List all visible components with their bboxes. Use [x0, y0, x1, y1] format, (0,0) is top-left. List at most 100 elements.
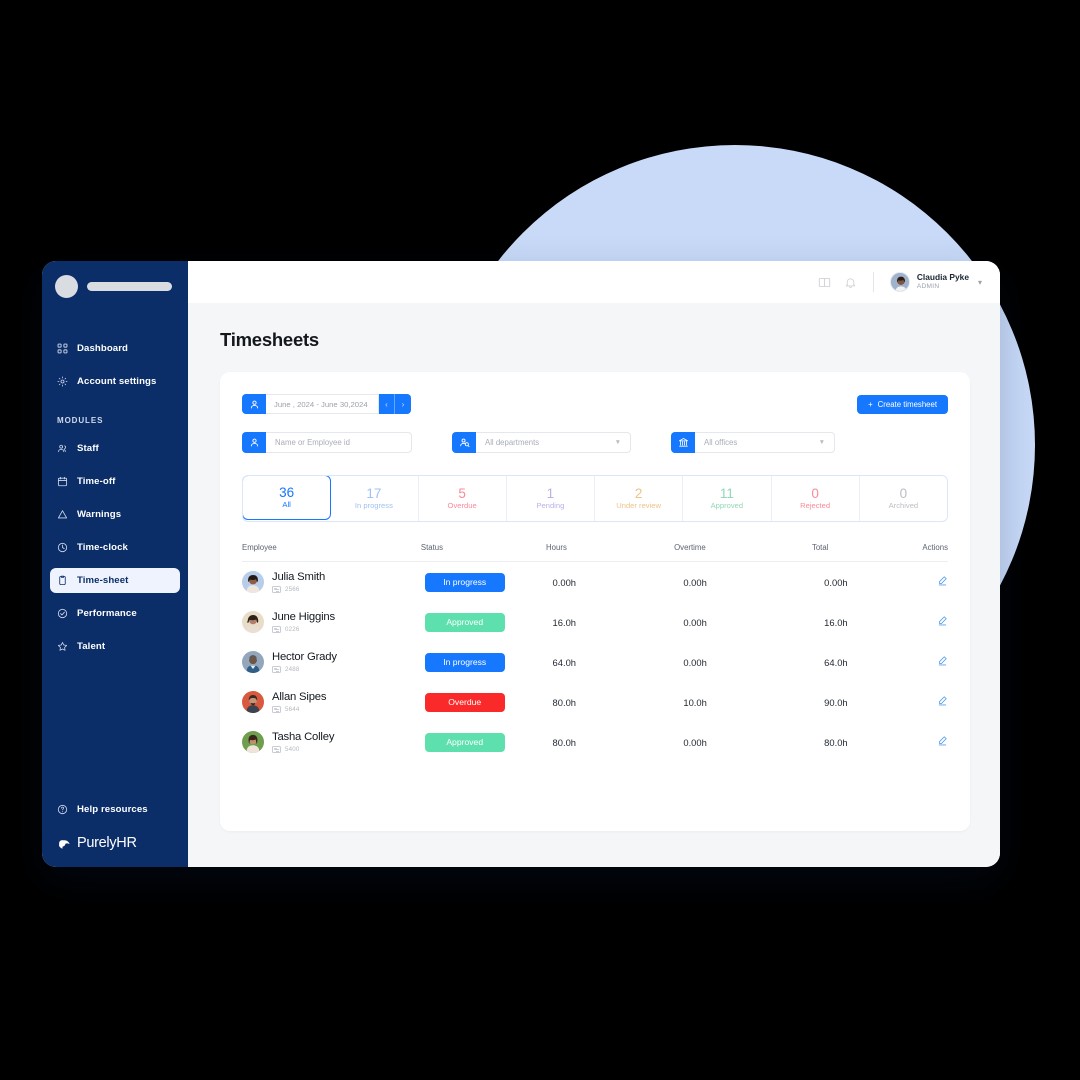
sidebar-item-time-clock[interactable]: Time-clock — [50, 535, 180, 560]
status-tab-archived[interactable]: 0 Archived — [860, 476, 947, 521]
sidebar-item-label: Dashboard — [77, 343, 129, 354]
filters-row-primary: June , 2024 - June 30,2024 ‹ › + Create … — [242, 394, 948, 414]
search-field[interactable]: Name or Employee id — [242, 432, 412, 453]
table-row[interactable]: Allan Sipes 5644 Overdue 80.0h 10.0h 90.… — [242, 682, 948, 722]
avatar-illustration — [242, 651, 264, 673]
sidebar-item-staff[interactable]: Staff — [50, 436, 180, 461]
cell-total: 16.0h — [824, 616, 848, 628]
status-tab-overdue[interactable]: 5 Overdue — [419, 476, 507, 521]
table-row[interactable]: Julia Smith 2566 In progress 0.00h 0.00h… — [242, 562, 948, 602]
sidebar-nav-modules: Staff Time-off Warnings Time-clock Time-… — [42, 436, 188, 659]
column-header-overtime: Overtime — [674, 543, 706, 552]
table-row[interactable]: Tasha Colley 5400 Approved 80.0h 0.00h 8… — [242, 722, 948, 762]
avatar — [242, 611, 264, 633]
chevron-down-icon[interactable]: ▾ — [978, 278, 982, 287]
employee-name: June Higgins — [272, 611, 335, 624]
employee-info: June Higgins 0226 — [272, 611, 335, 633]
employee-id: 0226 — [272, 625, 335, 633]
user-menu[interactable]: Claudia Pyke ADMIN ▾ — [889, 272, 982, 292]
sidebar-item-dashboard[interactable]: Dashboard — [50, 336, 180, 361]
edit-pencil-icon[interactable] — [937, 735, 948, 746]
search-input[interactable]: Name or Employee id — [266, 432, 412, 453]
status-badge[interactable]: In progress — [424, 572, 505, 592]
avatar — [242, 651, 264, 673]
status-tab-pending[interactable]: 1 Pending — [507, 476, 595, 521]
chevron-down-icon: ▼ — [614, 439, 621, 446]
avatar — [889, 272, 910, 292]
edit-pencil-icon[interactable] — [937, 655, 948, 666]
brand-avatar-placeholder — [55, 275, 78, 298]
sidebar-item-time-off[interactable]: Time-off — [50, 469, 180, 494]
bank-icon — [671, 432, 695, 453]
edit-pencil-icon[interactable] — [937, 615, 948, 626]
employee-info: Allan Sipes 5644 — [272, 691, 327, 713]
status-label: All — [282, 500, 291, 510]
sidebar-item-talent[interactable]: Talent — [50, 634, 180, 659]
book-icon[interactable] — [818, 276, 831, 289]
user-role: ADMIN — [916, 283, 940, 291]
sidebar-brand-placeholder — [42, 261, 188, 298]
status-badge[interactable]: Overdue — [424, 692, 505, 712]
prev-period-button[interactable]: ‹ — [379, 394, 395, 414]
topbar-divider — [872, 272, 874, 292]
status-badge[interactable]: Approved — [424, 732, 505, 752]
status-badge[interactable]: In progress — [424, 652, 505, 672]
avatar — [242, 571, 264, 593]
date-range-picker[interactable]: June , 2024 - June 30,2024 ‹ › — [242, 394, 411, 414]
table-row[interactable]: June Higgins 0226 Approved 16.0h 0.00h 1… — [242, 602, 948, 642]
sidebar-item-label: Time-off — [77, 476, 116, 487]
date-range-nav: ‹ › — [379, 394, 411, 414]
cell-status: Approved — [424, 612, 553, 632]
status-tab-all[interactable]: 36 All — [243, 476, 332, 520]
status-count: 11 — [719, 485, 734, 501]
sidebar-item-time-sheet[interactable]: Time-sheet — [50, 568, 180, 593]
check-circle-icon — [57, 608, 68, 619]
sidebar-item-warnings[interactable]: Warnings — [50, 502, 180, 527]
create-timesheet-button[interactable]: + Create timesheet — [857, 394, 948, 414]
gear-icon — [57, 376, 68, 387]
sidebar-item-account-settings[interactable]: Account settings — [50, 369, 180, 394]
cell-actions — [937, 573, 948, 591]
person-icon — [242, 432, 266, 453]
bell-icon[interactable] — [844, 276, 857, 289]
clock-icon — [57, 542, 68, 553]
person-icon — [242, 394, 266, 414]
cell-hours: 64.0h — [552, 656, 577, 668]
status-badge[interactable]: Approved — [424, 612, 505, 632]
sidebar-item-performance[interactable]: Performance — [50, 601, 180, 626]
cell-overtime: 0.00h — [683, 576, 707, 588]
status-tab-approved[interactable]: 11 Approved — [683, 476, 772, 521]
table-row[interactable]: Hector Grady 2488 In progress 64.0h 0.00… — [242, 642, 948, 682]
status-tab-rejected[interactable]: 0 Rejected — [772, 476, 860, 521]
plus-icon: + — [868, 399, 873, 409]
next-period-button[interactable]: › — [395, 394, 411, 414]
employee-id: 5400 — [272, 745, 334, 753]
status-count: 5 — [458, 485, 466, 501]
sidebar-item-help-resources[interactable]: Help resources — [50, 797, 180, 822]
status-tab-under-review[interactable]: 2 Under review — [595, 476, 684, 521]
cell-overtime: 0.00h — [683, 616, 707, 628]
cell-hours: 80.0h — [552, 736, 577, 748]
cell-actions — [937, 693, 948, 711]
department-select[interactable]: All departments ▼ — [452, 432, 631, 453]
status-tab-in-progress[interactable]: 17 In progress — [330, 476, 419, 521]
id-card-icon — [272, 585, 281, 593]
edit-pencil-icon[interactable] — [937, 575, 948, 586]
status-label: Rejected — [800, 501, 831, 511]
sidebar-nav-top: Dashboard Account settings — [42, 336, 188, 394]
office-select[interactable]: All offices ▼ — [671, 432, 835, 453]
employee-id-value: 2488 — [285, 665, 300, 673]
department-input[interactable]: All departments ▼ — [476, 432, 631, 453]
warning-triangle-icon — [57, 510, 68, 519]
cell-hours: 0.00h — [552, 576, 577, 588]
employee-info: Julia Smith 2566 — [272, 571, 325, 593]
cell-overtime: 0.00h — [683, 656, 707, 668]
edit-pencil-icon[interactable] — [937, 695, 948, 706]
star-icon — [57, 641, 68, 651]
date-range-value[interactable]: June , 2024 - June 30,2024 — [266, 394, 379, 414]
question-circle-icon — [57, 804, 68, 815]
status-label: Overdue — [447, 501, 477, 511]
office-input[interactable]: All offices ▼ — [695, 432, 835, 453]
status-count: 17 — [366, 485, 382, 501]
